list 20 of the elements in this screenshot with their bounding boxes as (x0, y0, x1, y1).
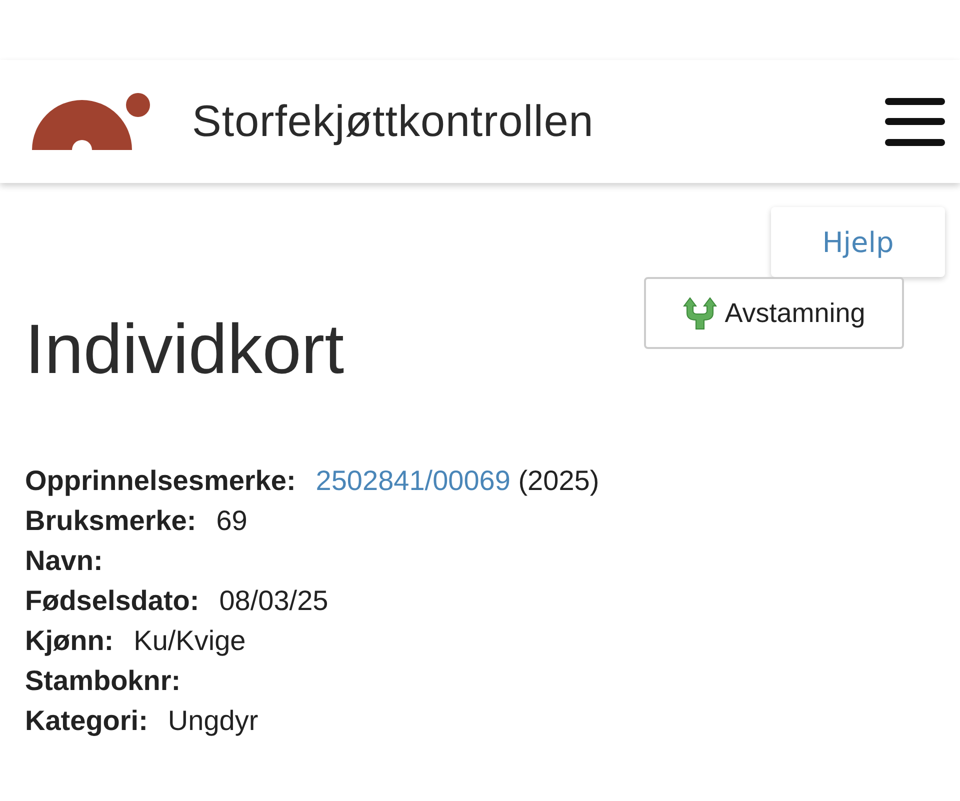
field-label: Stamboknr: (25, 665, 181, 697)
app-title: Storfekjøttkontrollen (192, 96, 595, 146)
id-link[interactable]: 2502841/00069 (316, 465, 510, 496)
field-label: Fødselsdato: (25, 585, 200, 617)
pedigree-button[interactable]: Avstamning (644, 277, 904, 349)
field-label: Navn: (25, 545, 103, 577)
help-button[interactable]: Hjelp (771, 207, 945, 277)
field-label: Kategori: (25, 705, 148, 737)
logo-icon (30, 92, 152, 152)
field-value: (2025) (518, 465, 600, 496)
field-value: Ungdyr (168, 705, 258, 736)
field-value: Ku/Kvige (134, 625, 246, 656)
field-value: 69 (216, 505, 248, 536)
field-label: Bruksmerke: (25, 505, 196, 537)
field-label: Kjønn: (25, 625, 114, 657)
fork-icon (682, 296, 717, 330)
field-label: Opprinnelsesmerke: (25, 465, 296, 497)
menu-icon[interactable] (885, 98, 945, 146)
page-heading: Individkort (25, 309, 344, 389)
field-value: 08/03/25 (219, 585, 328, 616)
